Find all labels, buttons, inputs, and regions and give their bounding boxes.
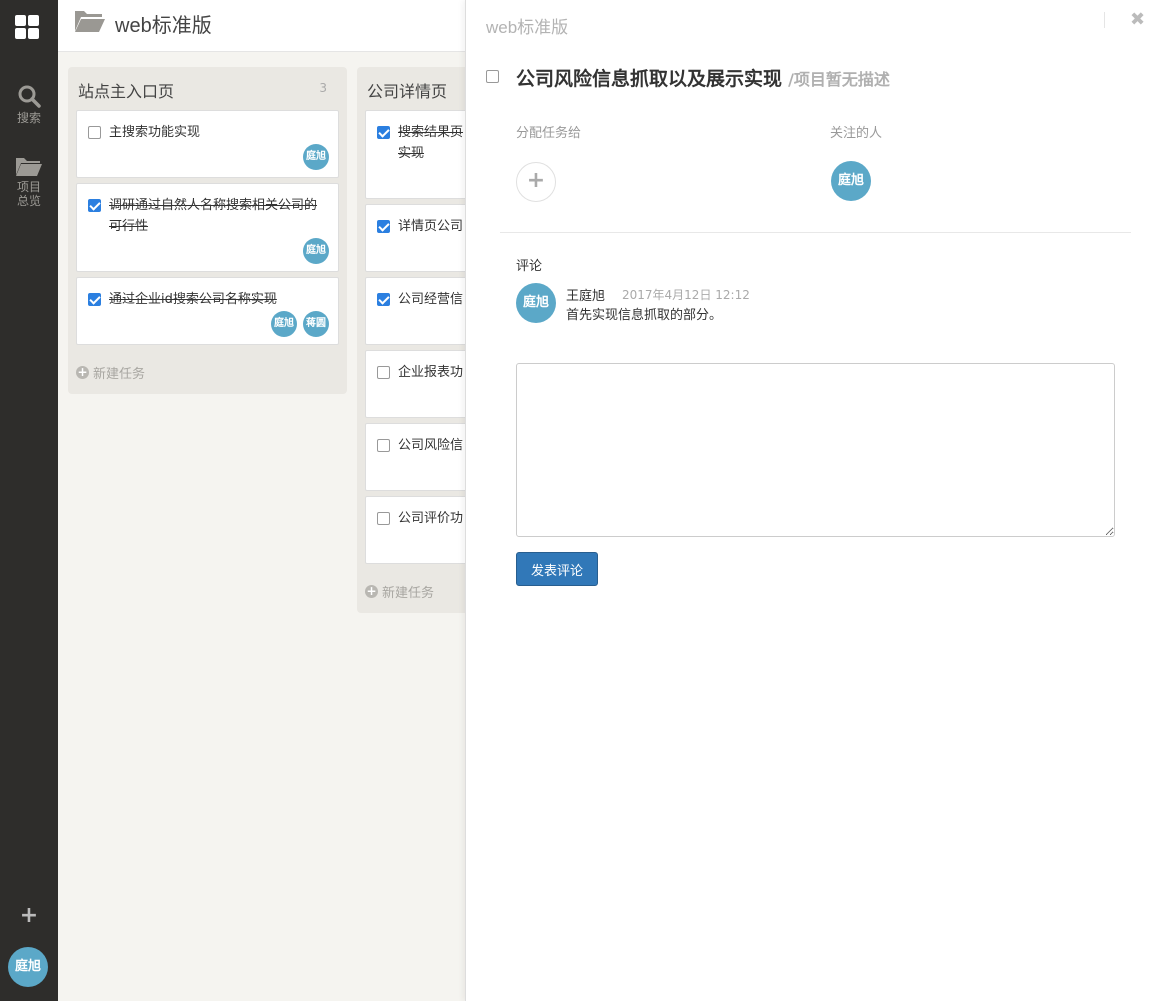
task-title-text[interactable]: 公司风险信息抓取以及展示实现	[516, 68, 782, 90]
sidebar-item-project-overview[interactable]: 项目总览	[0, 155, 58, 208]
page-title: web标准版	[115, 15, 212, 37]
avatar[interactable]: 庭旭	[516, 283, 556, 323]
task-checkbox[interactable]	[377, 293, 390, 306]
task-checkbox[interactable]	[88, 293, 101, 306]
watchers-label: 关注的人	[830, 126, 883, 141]
task-column: 站点主入口页 3 主搜索功能实现 庭旭 调研通过自然人名称搜索相关公司的可行性 …	[68, 67, 347, 394]
task-checkbox[interactable]	[377, 512, 390, 525]
sidebar-item-label: 搜索	[16, 111, 41, 125]
sidebar-item-label: 项目总览	[16, 180, 41, 208]
new-task-label: 新建任务	[382, 586, 435, 601]
comment-text: 首先实现信息抓取的部分。	[566, 308, 723, 323]
assign-label: 分配任务给	[516, 126, 582, 141]
avatar[interactable]: 庭旭	[303, 144, 329, 170]
task-checkbox[interactable]	[88, 199, 101, 212]
task-card[interactable]: 调研通过自然人名称搜索相关公司的可行性 庭旭	[76, 183, 339, 272]
comment-author: 王庭旭	[566, 289, 606, 304]
comments-label: 评论	[516, 259, 543, 274]
panel-project-name: web标准版	[486, 18, 569, 37]
close-icon[interactable]: ✖	[1130, 10, 1145, 30]
plus-circle-icon: +	[365, 584, 378, 598]
task-complete-checkbox[interactable]	[486, 70, 499, 83]
comment-timestamp: 2017年4月12日 12:12	[622, 288, 750, 302]
task-text: 通过企业id搜索公司名称实现	[109, 292, 277, 307]
add-assignee-button[interactable]: +	[516, 162, 556, 202]
task-card[interactable]: 通过企业id搜索公司名称实现 庭旭 蒋圆	[76, 277, 339, 345]
task-checkbox[interactable]	[377, 366, 390, 379]
task-text: 调研通过自然人名称搜索相关公司的可行性	[109, 198, 318, 234]
task-text: 主搜索功能实现	[109, 125, 201, 140]
new-task-label: 新建任务	[93, 367, 146, 382]
column-title: 站点主入口页	[78, 82, 175, 101]
divider	[1104, 12, 1105, 28]
column-title: 公司详情页	[367, 82, 448, 101]
avatar[interactable]: 庭旭	[271, 311, 297, 337]
search-icon	[18, 85, 41, 108]
grid-icon[interactable]	[15, 15, 39, 39]
task-checkbox[interactable]	[377, 220, 390, 233]
add-icon[interactable]: +	[0, 904, 58, 928]
divider	[500, 232, 1131, 233]
task-detail-panel: web标准版 ✖ 公司风险信息抓取以及展示实现 /项目暂无描述 分配任务给 关注…	[465, 0, 1166, 1001]
page-header: web标准版	[58, 0, 466, 52]
task-checkbox[interactable]	[377, 439, 390, 452]
folder-open-icon	[75, 11, 105, 32]
user-avatar[interactable]: 庭旭	[8, 947, 48, 987]
comment-input[interactable]	[516, 363, 1115, 537]
folder-icon	[16, 158, 42, 176]
task-title: 公司风险信息抓取以及展示实现 /项目暂无描述	[516, 64, 890, 91]
submit-comment-button[interactable]: 发表评论	[516, 552, 598, 586]
sidebar-item-search[interactable]: 搜索	[0, 84, 58, 125]
avatar[interactable]: 庭旭	[303, 238, 329, 264]
watcher-avatar[interactable]: 庭旭	[831, 161, 871, 201]
task-text: 搜索结果页实现	[398, 125, 464, 161]
task-checkbox[interactable]	[377, 126, 390, 139]
app-sidebar: 搜索 项目总览 + 庭旭	[0, 0, 58, 1001]
avatar[interactable]: 蒋圆	[303, 311, 329, 337]
new-task-button[interactable]: + 新建任务	[76, 363, 145, 382]
task-card[interactable]: 主搜索功能实现 庭旭	[76, 110, 339, 178]
task-checkbox[interactable]	[88, 126, 101, 139]
plus-circle-icon: +	[76, 365, 89, 379]
column-count: 3	[319, 81, 327, 95]
new-task-button[interactable]: + 新建任务	[365, 582, 434, 601]
task-description[interactable]: /项目暂无描述	[788, 70, 890, 89]
